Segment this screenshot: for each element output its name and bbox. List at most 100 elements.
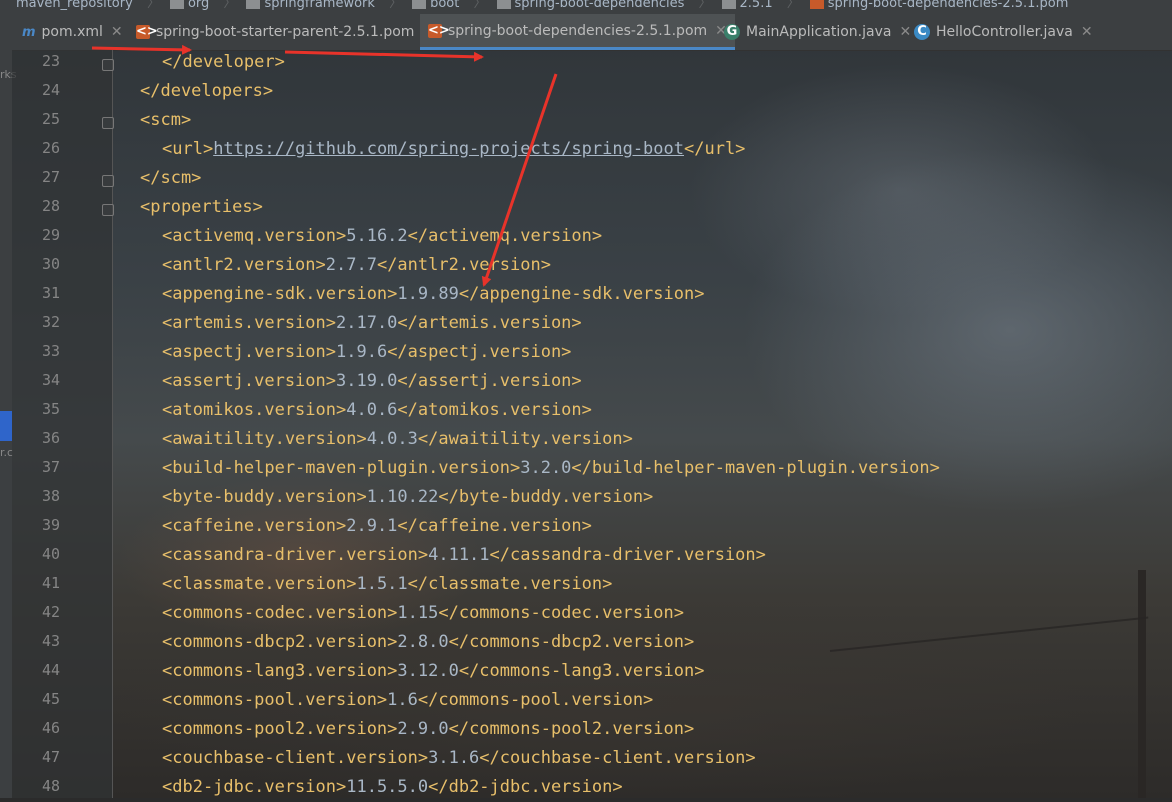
code-line[interactable]: <byte-buddy.version>1.10.22</byte-buddy.… (162, 483, 653, 512)
xml-open-tag: <artemis.version> (162, 313, 336, 333)
xml-open-tag: <cassandra-driver.version> (162, 545, 429, 565)
tab-label: pom.xml (41, 24, 103, 40)
folder-icon (721, 0, 736, 9)
line-number: 37 (41, 458, 60, 476)
xml-close-tag: </caffeine.version> (397, 516, 592, 536)
breadcrumb-separator: 〉 (223, 0, 237, 11)
code-line[interactable]: <aspectj.version>1.9.6</aspectj.version> (162, 338, 571, 367)
xml-close-tag: </artemis.version> (397, 313, 582, 333)
line-number: 28 (41, 197, 60, 215)
xml-close-tag: </couchbase-client.version> (479, 748, 756, 768)
breadcrumb: maven_repository 〉 org 〉 springframework 〉… (0, 0, 1172, 14)
code-line[interactable]: <assertj.version>3.19.0</assertj.version… (162, 367, 582, 396)
tab-pom-xml[interactable]: m pom.xml ✕ (22, 14, 123, 50)
breadcrumb-item[interactable]: spring-boot-dependencies (515, 0, 685, 10)
code-line[interactable]: <commons-pool.version>1.6</commons-pool.… (162, 686, 653, 715)
breadcrumb-item[interactable]: maven_repository (16, 0, 133, 10)
folder-icon (169, 0, 184, 9)
code-line[interactable]: <caffeine.version>2.9.1</caffeine.versio… (162, 512, 592, 541)
code-line[interactable]: <classmate.version>1.5.1</classmate.vers… (162, 570, 612, 599)
xml-close-tag: </activemq.version> (407, 226, 603, 246)
code-line[interactable]: <activemq.version>5.16.2</activemq.versi… (162, 222, 602, 251)
property-value: 3.1.6 (428, 748, 480, 768)
breadcrumb-item[interactable]: 2.5.1 (740, 0, 773, 10)
line-number: 27 (41, 168, 60, 186)
code-line[interactable]: <awaitility.version>4.0.3</awaitility.ve… (162, 425, 633, 454)
property-value: 1.6 (387, 690, 418, 710)
xml-close-tag: </cassandra-driver.version> (489, 545, 766, 565)
code-line[interactable]: <commons-codec.version>1.15</commons-cod… (162, 599, 684, 628)
close-icon[interactable]: ✕ (899, 24, 911, 40)
code-line[interactable]: <commons-dbcp2.version>2.8.0</commons-db… (162, 628, 694, 657)
line-number: 44 (41, 661, 60, 679)
xml-open-tag: <scm> (140, 110, 192, 130)
tab-label: HelloController.java (936, 24, 1073, 40)
pom-file-icon (809, 0, 824, 9)
pom-file-icon: <> (428, 22, 450, 38)
tab-label: spring-boot-dependencies-2.5.1.pom (448, 22, 708, 39)
xml-open-tag: <build-helper-maven-plugin.version> (162, 458, 521, 478)
xml-close-tag: </antlr2.version> (376, 255, 551, 275)
property-value: 3.12.0 (397, 661, 459, 681)
property-value: 2.9.1 (346, 516, 398, 536)
code-line[interactable]: <commons-pool2.version>2.9.0</commons-po… (162, 715, 694, 744)
code-line[interactable]: </developer> (162, 48, 285, 77)
spring-class-icon: G (724, 24, 740, 40)
breadcrumb-separator: 〉 (473, 0, 487, 11)
close-icon[interactable]: ✕ (111, 24, 123, 40)
property-value: 1.10.22 (366, 487, 439, 507)
tab-spring-boot-dependencies[interactable]: <> spring-boot-dependencies-2.5.1.pom ✕ (420, 14, 735, 50)
xml-open-tag: <properties> (140, 197, 263, 217)
line-number: 45 (41, 690, 60, 708)
code-line[interactable]: <cassandra-driver.version>4.11.1</cassan… (162, 541, 766, 570)
code-line[interactable]: <scm> (140, 106, 191, 135)
xml-open-tag: <atomikos.version> (162, 400, 347, 420)
tab-main-application[interactable]: G MainApplication.java ✕ (724, 14, 911, 50)
code-line[interactable]: <appengine-sdk.version>1.9.89</appengine… (162, 280, 704, 309)
line-number: 39 (41, 516, 60, 534)
tab-hello-controller[interactable]: C HelloController.java ✕ (914, 14, 1093, 50)
xml-close-tag: </aspectj.version> (387, 342, 572, 362)
breadcrumb-item[interactable]: boot (430, 0, 459, 10)
line-number: 36 (41, 429, 60, 447)
project-panel-edge: rks r.c (0, 14, 17, 798)
line-number: 34 (41, 371, 60, 389)
xml-open-tag: </developer> (162, 52, 285, 72)
xml-open-tag: <appengine-sdk.version> (162, 284, 398, 304)
code-line[interactable]: </developers> (140, 77, 273, 106)
xml-open-tag: <byte-buddy.version> (162, 487, 367, 507)
property-value: 4.11.1 (428, 545, 490, 565)
code-editor[interactable]: </developer> </developers> <scm> <url>https… (113, 50, 1172, 798)
url-link[interactable]: https://github.com/spring-projects/sprin… (213, 139, 684, 159)
xml-open-tag: </scm> (140, 168, 202, 188)
xml-open-tag: <commons-codec.version> (162, 603, 398, 623)
breadcrumb-item[interactable]: springframework (264, 0, 374, 10)
code-line[interactable]: <properties> (140, 193, 263, 222)
xml-close-tag: </build-helper-maven-plugin.version> (571, 458, 940, 478)
code-line[interactable]: <build-helper-maven-plugin.version>3.2.0… (162, 454, 940, 483)
tab-spring-boot-starter-parent[interactable]: <> spring-boot-starter-parent-2.5.1.pom … (136, 14, 434, 50)
selected-tree-item[interactable] (0, 411, 12, 441)
line-number-gutter[interactable]: 23 24 25 26 27 28 29 30 31 32 33 34 35 36 37 38 39 40 41 42… (12, 50, 114, 798)
code-line[interactable]: <url>https://github.com/spring-projects/… (162, 135, 745, 164)
xml-close-tag: </classmate.version> (407, 574, 613, 594)
code-line[interactable]: <atomikos.version>4.0.6</atomikos.versio… (162, 396, 592, 425)
editor-tab-bar: m pom.xml ✕ <> spring-boot-starter-paren… (12, 14, 1172, 51)
property-value: 2.7.7 (325, 255, 377, 275)
code-line[interactable]: <commons-lang3.version>3.12.0</commons-l… (162, 657, 704, 686)
code-line[interactable]: <couchbase-client.version>3.1.6</couchba… (162, 744, 756, 773)
code-line[interactable]: </scm> (140, 164, 201, 193)
xml-close-tag: </awaitility.version> (417, 429, 633, 449)
code-line[interactable]: <antlr2.version>2.7.7</antlr2.version> (162, 251, 551, 280)
close-icon[interactable]: ✕ (1081, 24, 1093, 40)
code-line[interactable]: <artemis.version>2.17.0</artemis.version… (162, 309, 582, 338)
property-value: 4.0.3 (366, 429, 418, 449)
line-number: 43 (41, 632, 60, 650)
breadcrumb-item[interactable]: spring-boot-dependencies-2.5.1.pom (828, 0, 1069, 10)
property-value: 2.9.0 (397, 719, 449, 739)
property-value: 1.9.6 (336, 342, 388, 362)
breadcrumb-item[interactable]: org (188, 0, 209, 10)
line-number: 41 (41, 574, 60, 592)
line-number: 48 (41, 777, 60, 795)
folder-icon (412, 0, 427, 9)
